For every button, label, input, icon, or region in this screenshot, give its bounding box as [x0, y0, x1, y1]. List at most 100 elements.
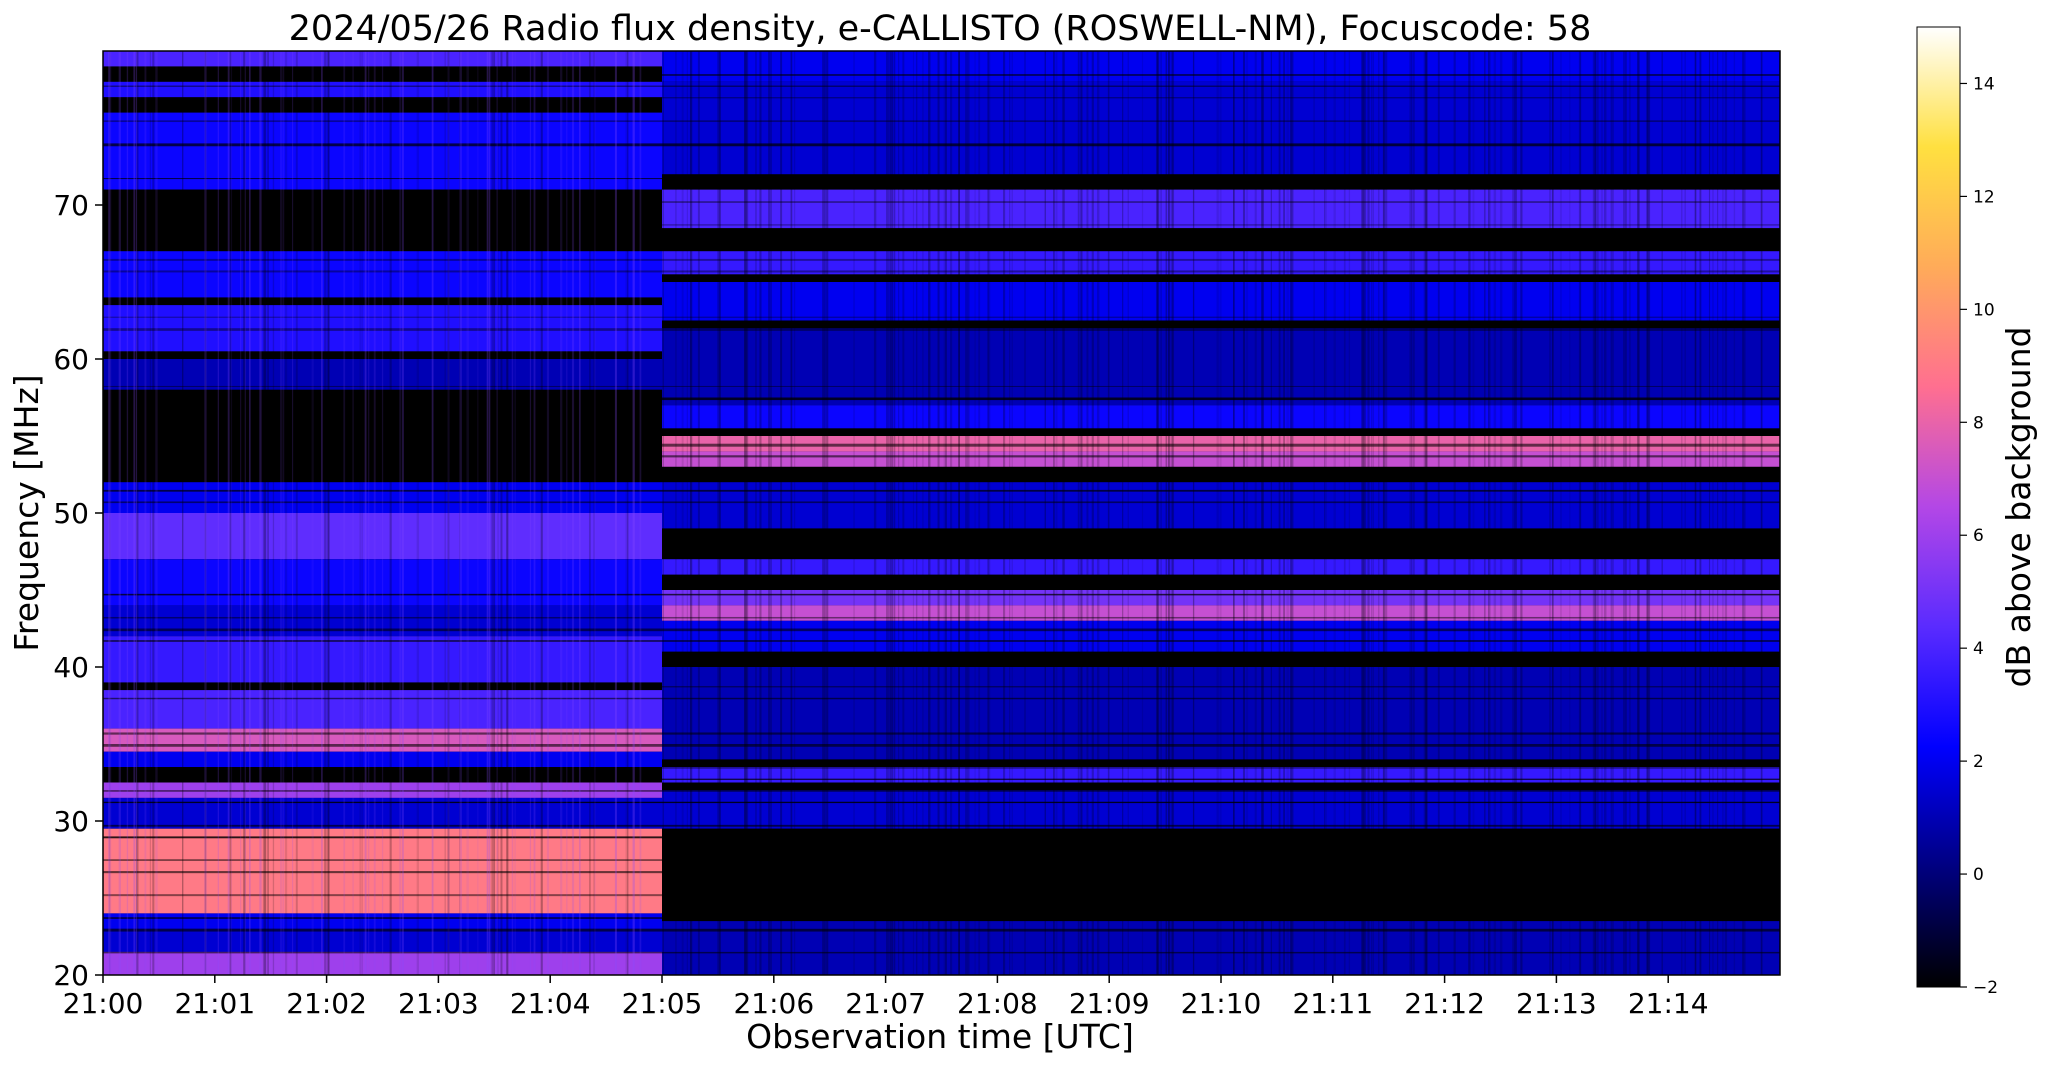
time-streak: [1262, 51, 1264, 975]
spectral-line: [103, 790, 1780, 792]
spectral-line: [103, 120, 1780, 123]
time-streak: [1694, 51, 1697, 975]
spectral-line: [103, 616, 1780, 619]
time-streak: [155, 51, 158, 975]
time-streak: [327, 51, 329, 975]
time-streak: [291, 51, 294, 975]
time-streak: [1171, 51, 1175, 975]
time-streak: [1580, 51, 1582, 975]
time-streak: [1333, 51, 1336, 975]
time-streak: [263, 51, 267, 975]
colorbar-label: dB above background: [1999, 327, 2038, 688]
spectral-line: [103, 489, 1780, 492]
time-streak: [922, 51, 924, 975]
time-streak: [1080, 51, 1083, 975]
time-streak: [1056, 51, 1058, 975]
time-streak: [1323, 51, 1326, 975]
time-streak: [1141, 51, 1144, 975]
time-streak: [1661, 51, 1663, 975]
time-streak: [697, 51, 700, 975]
time-streak: [546, 51, 550, 975]
time-streak: [639, 51, 642, 975]
x-tick-label: 21:11: [1292, 987, 1373, 1020]
time-streak: [891, 51, 893, 975]
time-streak: [1371, 51, 1373, 975]
time-streak: [1160, 51, 1162, 975]
spectral-line: [103, 328, 1780, 331]
time-streak: [364, 51, 367, 975]
time-streak: [1270, 51, 1272, 975]
time-streak: [1625, 51, 1627, 975]
time-streak: [560, 51, 563, 975]
time-streak: [1053, 51, 1055, 975]
colorbar-tick-label: 2: [1973, 752, 1984, 772]
spectral-line: [103, 397, 1780, 401]
spectral-line: [103, 270, 1780, 273]
colorbar-tick-label: 14: [1973, 74, 1995, 94]
time-streak: [1107, 51, 1110, 975]
time-streak: [888, 51, 891, 975]
time-streak: [588, 51, 591, 975]
spectral-line: [103, 501, 1780, 504]
y-axis-label: Frequency [MHz]: [7, 374, 46, 651]
time-streak: [477, 51, 479, 975]
time-streak: [240, 51, 242, 975]
time-streak: [898, 51, 900, 975]
time-streak: [928, 51, 931, 975]
time-streak: [1603, 51, 1607, 975]
time-streak: [1549, 51, 1551, 975]
time-streak: [1372, 51, 1374, 975]
time-streak: [1594, 51, 1597, 975]
x-axis-ticks: 21:00 21:01 21:02 21:03 21:04 21:05 21:06 21:07…: [63, 975, 1709, 1020]
time-streak: [230, 51, 233, 975]
time-streak: [1283, 51, 1285, 975]
time-streak: [1086, 51, 1089, 975]
x-tick-label: 21:06: [733, 987, 814, 1020]
time-streak: [1520, 51, 1523, 975]
time-streak: [466, 51, 469, 975]
time-streak: [614, 51, 617, 975]
spectral-line: [103, 836, 1780, 839]
spectral-line: [103, 824, 1780, 827]
y-tick-label: 50: [53, 497, 89, 530]
time-streak: [244, 51, 246, 975]
y-tick-label: 20: [53, 959, 89, 992]
time-streak: [324, 51, 327, 975]
time-streak: [958, 51, 960, 975]
time-streak: [886, 51, 889, 975]
spectral-line: [103, 928, 1780, 932]
time-streak: [500, 51, 503, 975]
time-streak: [1168, 51, 1170, 975]
time-streak: [1261, 51, 1263, 975]
time-streak: [126, 51, 129, 975]
time-streak: [1699, 51, 1702, 975]
time-streak: [381, 51, 384, 975]
time-streak: [1760, 51, 1763, 975]
time-streak: [1122, 51, 1124, 975]
y-tick-label: 60: [53, 343, 89, 376]
time-streak: [1717, 51, 1719, 975]
time-streak: [361, 51, 363, 975]
spectral-line: [103, 593, 1780, 596]
time-streak: [1468, 51, 1471, 975]
time-streak: [359, 51, 361, 975]
time-streak: [1681, 51, 1683, 975]
time-streak: [1091, 51, 1094, 975]
time-streak: [1514, 51, 1517, 975]
colorbar-tick-label: 10: [1973, 300, 1995, 320]
time-streak: [780, 51, 783, 975]
colorbar-tick-label: 12: [1973, 187, 1995, 207]
spectral-line: [103, 466, 1780, 470]
time-streak: [416, 51, 420, 975]
time-streak: [1156, 51, 1160, 975]
x-tick-label: 21:10: [1181, 987, 1262, 1020]
time-streak: [965, 51, 967, 975]
time-streak: [974, 51, 976, 975]
time-streak: [566, 51, 568, 975]
time-streak: [717, 51, 720, 975]
time-streak: [1192, 51, 1195, 975]
spectral-line: [103, 97, 1780, 99]
colorbar-tick-label: 6: [1973, 526, 1984, 546]
spectral-line: [103, 732, 1780, 735]
time-streak: [444, 51, 446, 975]
